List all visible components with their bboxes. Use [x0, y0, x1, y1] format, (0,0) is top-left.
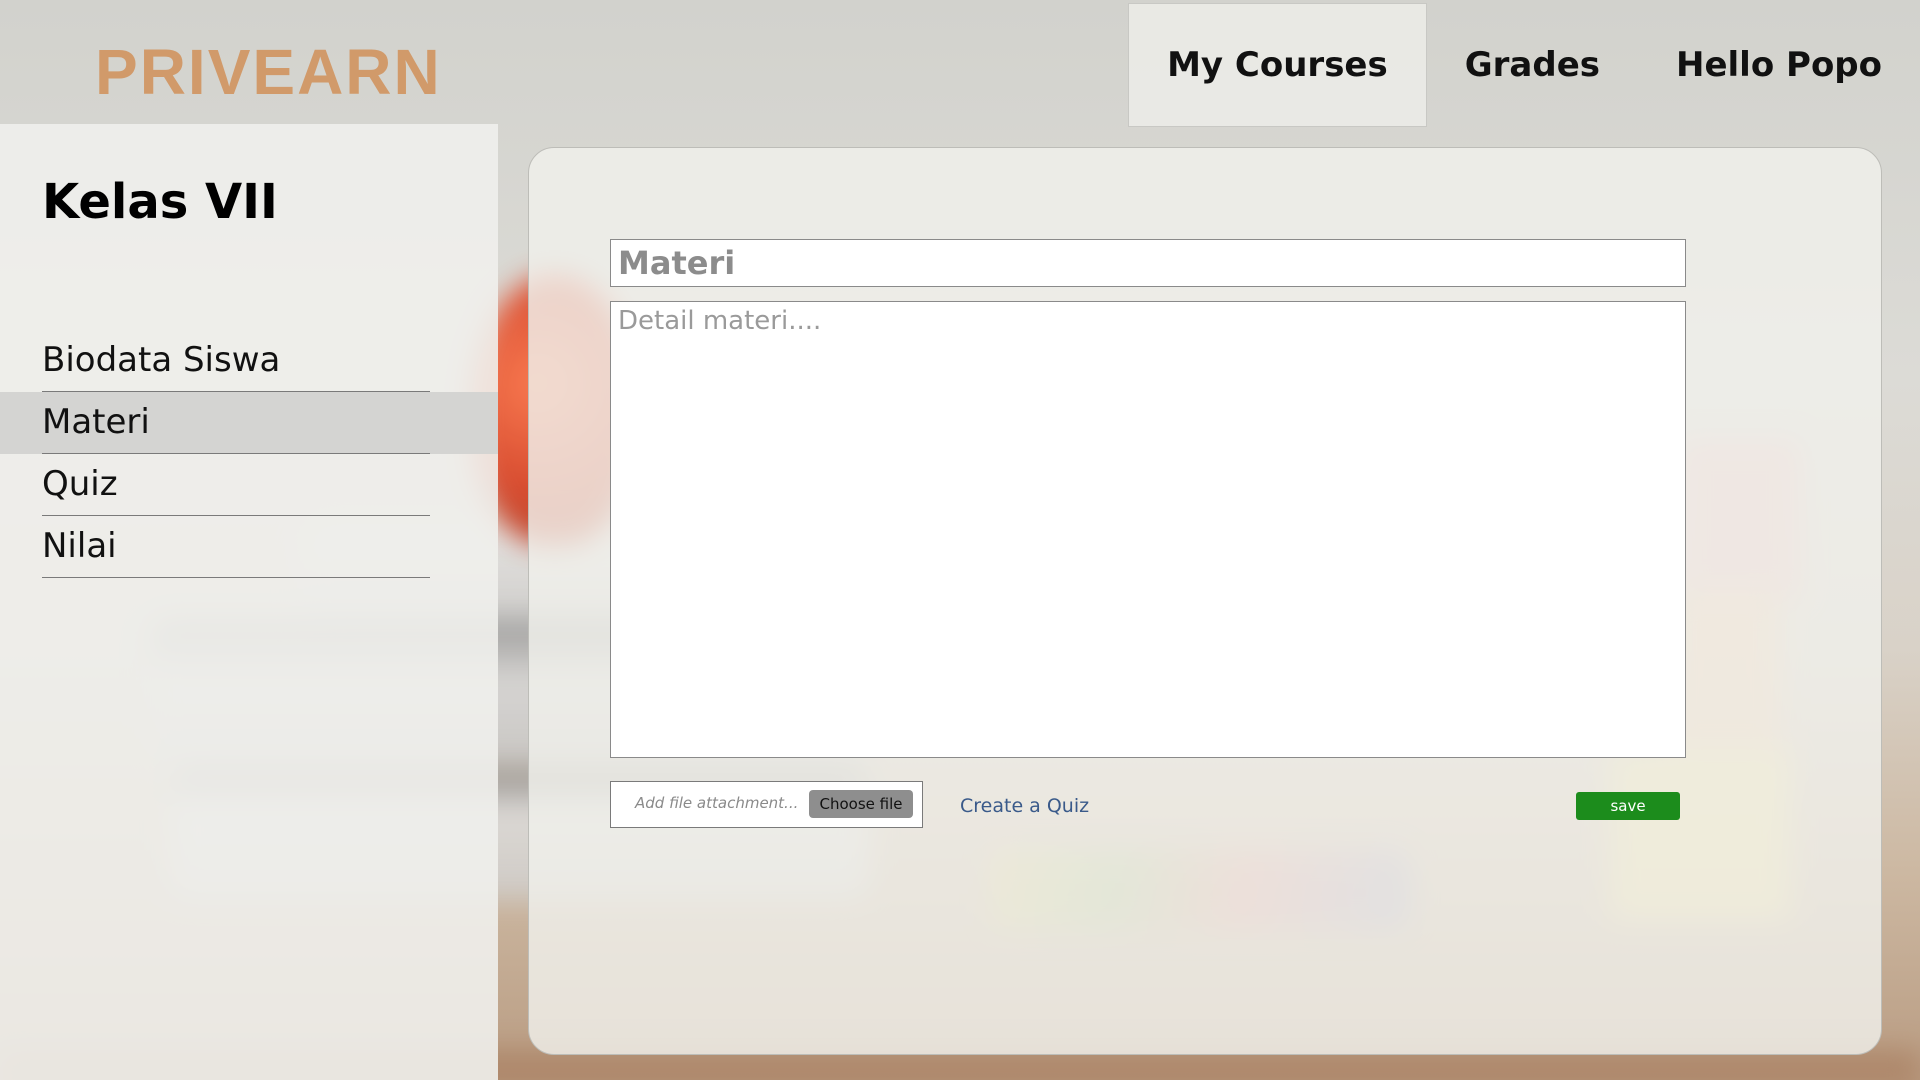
- file-attachment-field[interactable]: Add file attachment... Choose file: [610, 781, 923, 828]
- sidebar-item-label: Quiz: [42, 464, 118, 504]
- sidebar-menu: Biodata Siswa Materi Quiz Nilai: [0, 330, 498, 578]
- material-form-panel: Add file attachment... Choose file Creat…: [528, 147, 1882, 1055]
- nav-grades[interactable]: Grades: [1427, 3, 1638, 127]
- sidebar: Kelas VII Biodata Siswa Materi Quiz Nila…: [0, 124, 498, 1080]
- sidebar-item-biodata-siswa[interactable]: Biodata Siswa: [0, 330, 498, 392]
- create-quiz-link[interactable]: Create a Quiz: [960, 795, 1089, 817]
- nav-user-greeting[interactable]: Hello Popo: [1638, 3, 1920, 127]
- nav-my-courses[interactable]: My Courses: [1128, 3, 1427, 127]
- sidebar-item-label: Nilai: [42, 526, 117, 566]
- file-attachment-placeholder: Add file attachment...: [635, 794, 799, 812]
- app-logo[interactable]: PRIVEARN: [95, 35, 442, 109]
- save-button[interactable]: save: [1576, 792, 1680, 820]
- sidebar-item-label: Materi: [42, 402, 150, 442]
- sidebar-item-quiz[interactable]: Quiz: [0, 454, 498, 516]
- sidebar-item-nilai[interactable]: Nilai: [0, 516, 498, 578]
- sidebar-divider: [42, 577, 430, 578]
- sidebar-item-materi[interactable]: Materi: [0, 392, 498, 454]
- app-root: PRIVEARN My Courses Grades Hello Popo Ke…: [0, 0, 1920, 1080]
- material-title-input[interactable]: [610, 239, 1686, 287]
- top-nav: My Courses Grades Hello Popo: [1128, 3, 1920, 127]
- material-detail-textarea[interactable]: [610, 301, 1686, 758]
- sidebar-title: Kelas VII: [42, 174, 278, 230]
- sidebar-item-label: Biodata Siswa: [42, 340, 281, 380]
- choose-file-button[interactable]: Choose file: [809, 790, 913, 818]
